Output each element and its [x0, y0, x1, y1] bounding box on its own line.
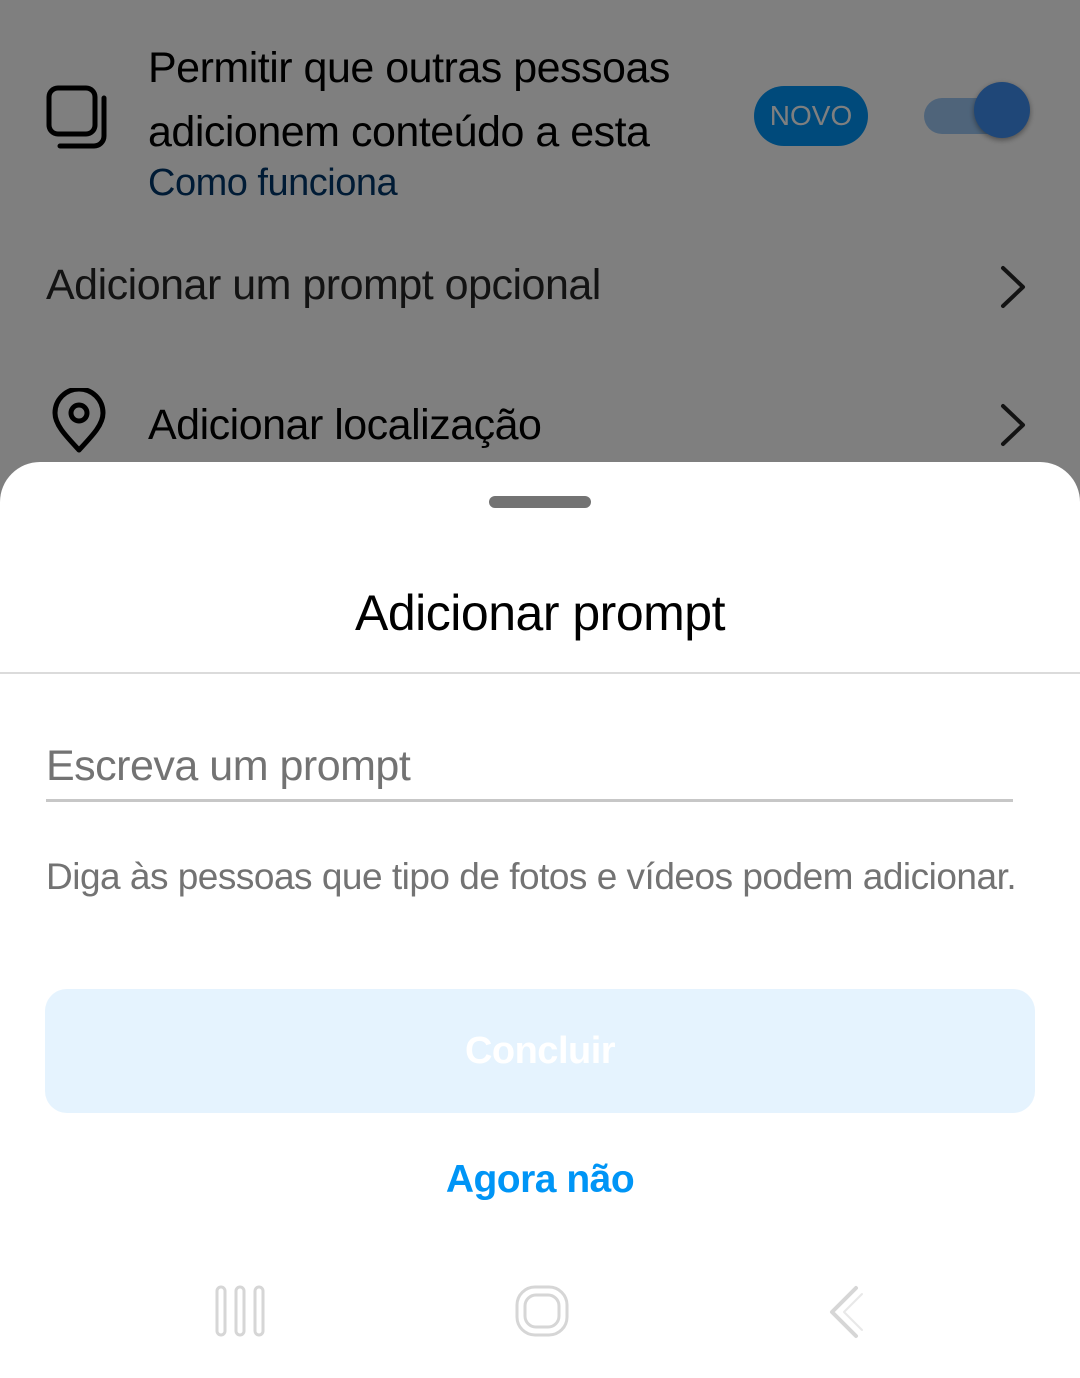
done-button[interactable]: Concluir: [45, 989, 1035, 1113]
home-icon[interactable]: [514, 1284, 570, 1338]
prompt-helper-text: Diga às pessoas que tipo de fotos e víde…: [46, 856, 1017, 897]
not-now-button[interactable]: Agora não: [0, 1154, 1080, 1206]
system-navigation-bar: [0, 1262, 1080, 1378]
title-divider: [0, 672, 1080, 674]
recent-apps-icon[interactable]: [214, 1284, 266, 1338]
add-prompt-bottom-sheet: Adicionar prompt Diga às pessoas que tip…: [0, 462, 1080, 1378]
back-icon[interactable]: [824, 1284, 866, 1340]
sheet-drag-handle[interactable]: [489, 496, 591, 508]
prompt-input[interactable]: [46, 734, 1013, 802]
sheet-title: Adicionar prompt: [355, 585, 725, 641]
